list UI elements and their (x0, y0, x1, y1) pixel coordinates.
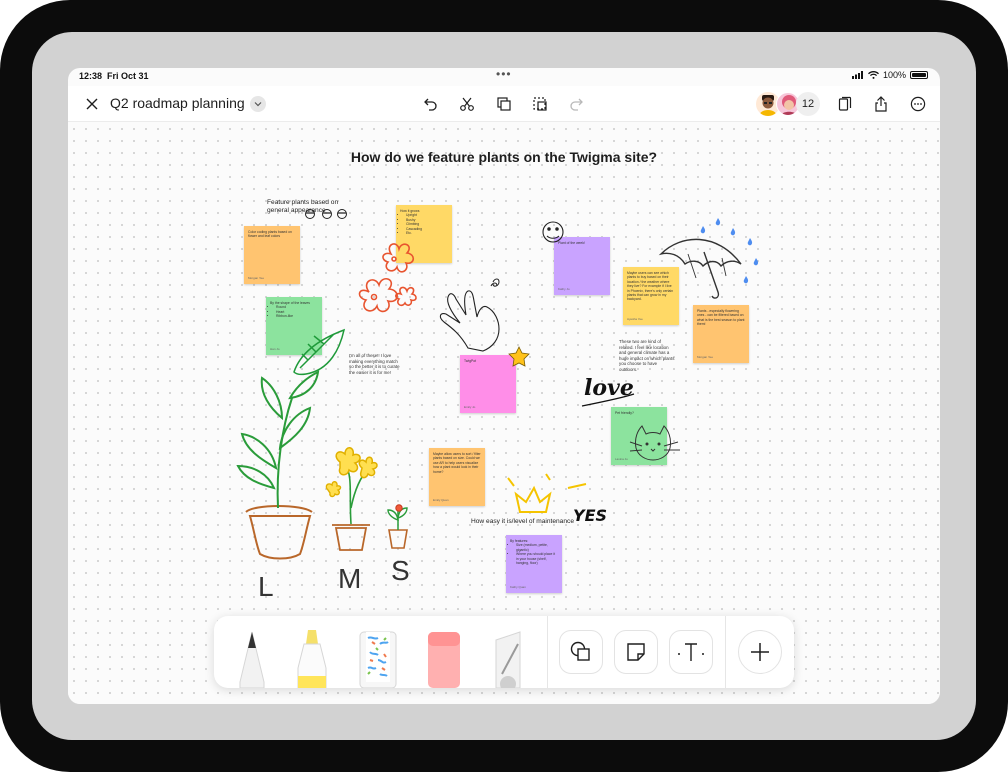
sticky-text: TwigPot (464, 359, 477, 363)
redo-icon[interactable] (565, 93, 587, 115)
collaborator-count[interactable]: 12 (796, 92, 820, 116)
chevron-down-icon[interactable] (250, 96, 266, 112)
sticky-text: Maybe allow users to sort / filter plant… (433, 452, 481, 474)
sticky-text: Pet friendly? (615, 411, 634, 415)
shapes-icon (570, 641, 590, 661)
pages-icon[interactable] (834, 93, 856, 115)
sticky-list: Upright Bushy Climbing Cascading Etc. (400, 213, 448, 235)
label-appearance: Feature plants based on general appearan… (267, 199, 339, 214)
sticky-author: Ayesha Yee (627, 316, 643, 321)
sticky-note[interactable]: By the shape of the leaves Round Heart R… (266, 297, 322, 355)
sticky-text: Plant of the week! (558, 241, 585, 245)
text-note[interactable]: I'm all of these!! I love making everyth… (349, 353, 401, 375)
text-icon (678, 643, 704, 661)
screen: 12:38 Fri Oct 31 ••• 100% Q2 roadmap pla… (68, 68, 940, 704)
scissors-icon[interactable] (456, 93, 478, 115)
sticky-text: Color coding plants based on flower and … (248, 230, 292, 239)
board-title: How do we feature plants on the Twigma s… (350, 149, 658, 165)
sticky-author: Kathy Jo (558, 286, 570, 291)
sticky-tool-button[interactable] (614, 630, 658, 674)
dock-divider (547, 616, 548, 688)
sticky-note[interactable]: Maybe users can see which plants to buy … (623, 267, 679, 325)
battery-percent: 100% (882, 70, 906, 80)
duplicate-icon[interactable] (493, 93, 515, 115)
share-icon[interactable] (870, 93, 892, 115)
sticky-note[interactable]: By features: Size (medium, petite, gigan… (506, 535, 562, 593)
add-button[interactable] (738, 630, 782, 674)
list-item: Where you should place it in your house … (516, 552, 558, 565)
sticky-note[interactable]: Pet friendly? Lavina Jo (611, 407, 667, 465)
washi-tape-tool[interactable] (358, 630, 398, 688)
cellular-icon (851, 71, 863, 79)
sticky-text: Maybe users can see which plants to buy … (627, 271, 674, 302)
sticky-author: Emily Jo (464, 404, 476, 409)
status-right: 100% (851, 70, 928, 80)
label-maintenance: How easy it is/level of maintenance (471, 518, 574, 525)
close-icon[interactable] (81, 93, 103, 115)
wifi-icon (868, 71, 879, 79)
marker-tool[interactable] (294, 628, 330, 688)
more-icon[interactable] (907, 93, 929, 115)
sticky-author: Han Jo (270, 346, 280, 351)
text-tool-button[interactable] (669, 630, 713, 674)
eraser-tool[interactable] (426, 630, 462, 688)
dock-divider (725, 616, 726, 688)
plus-icon (751, 643, 769, 661)
status-time: 12:38 Fri Oct 31 (79, 71, 149, 81)
sticky-text: Plants - especially flowering ones - can… (697, 309, 745, 327)
status-bar: 12:38 Fri Oct 31 ••• 100% (68, 68, 940, 84)
sticky-author: Morgan Yee (248, 275, 265, 280)
tool-dock (214, 616, 794, 688)
undo-icon[interactable] (420, 93, 442, 115)
text-note[interactable]: These two are kind of related. I feel li… (619, 339, 675, 373)
battery-icon (910, 71, 928, 79)
sticky-list: Size (medium, petite, gigantic) Where yo… (510, 543, 558, 565)
sticky-author: Morgan Yee (697, 354, 714, 359)
shape-tool-button[interactable] (559, 630, 603, 674)
top-toolbar: Q2 roadmap planning 12 (68, 86, 940, 122)
multitasking-dots[interactable]: ••• (496, 68, 512, 80)
file-title[interactable]: Q2 roadmap planning (110, 95, 245, 111)
sticky-list: Round Heart Ribbon-like (270, 305, 318, 318)
sticky-author: Lavina Jo (615, 456, 628, 461)
sticky-note[interactable]: Plants - especially flowering ones - can… (693, 305, 749, 363)
sticky-note[interactable]: Plant of the week! Kathy Jo (554, 237, 610, 295)
sticky-author: Kathy Quan (510, 584, 526, 589)
list-item: Ribbon-like (276, 314, 318, 318)
sticky-note[interactable]: Color coding plants based on flower and … (244, 226, 300, 284)
list-item: Etc. (406, 231, 448, 235)
sticky-note[interactable]: Maybe allow users to sort / filter plant… (429, 448, 485, 506)
list-item: Size (medium, petite, gigantic) (516, 543, 558, 552)
sticky-note[interactable]: How it grows Upright Bushy Climbing Casc… (396, 205, 452, 263)
sticky-note[interactable]: TwigPot Emily Jo (460, 355, 516, 413)
select-icon[interactable] (529, 93, 551, 115)
sticky-author: Emily Quan (433, 497, 449, 502)
sticky-note-icon (627, 643, 645, 661)
pencil-tool[interactable] (234, 630, 270, 688)
lasso-tool[interactable] (492, 630, 524, 688)
